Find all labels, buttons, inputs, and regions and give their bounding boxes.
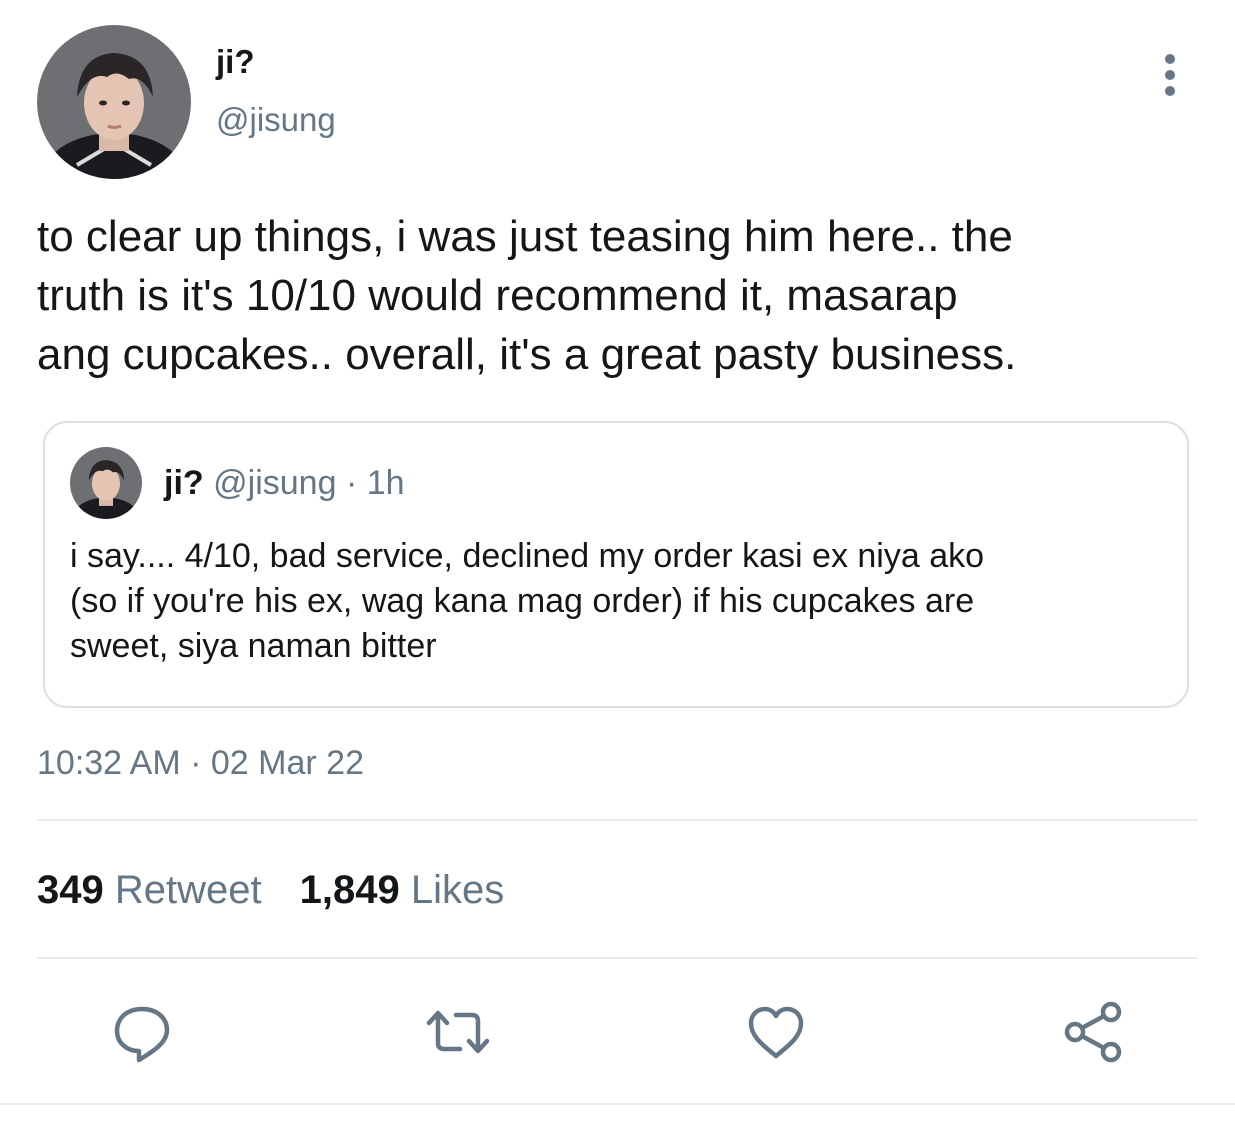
quoted-author-handle: @jisung [213, 464, 337, 502]
retweets-stat[interactable]: 349 Retweet [37, 868, 262, 912]
likes-stat[interactable]: 1,849 Likes [300, 868, 505, 912]
retweet-button[interactable] [426, 1000, 490, 1064]
like-button[interactable] [744, 1000, 808, 1064]
retweets-count: 349 [37, 868, 104, 912]
author-handle[interactable]: @jisung [216, 100, 336, 140]
more-options-button[interactable] [1152, 52, 1188, 98]
quoted-time-ago: 1h [366, 464, 405, 502]
more-vertical-icon [1165, 54, 1175, 96]
timestamp-separator: · [190, 744, 202, 782]
share-button[interactable] [1061, 1000, 1125, 1064]
quoted-author-display-name: ji? [164, 464, 204, 502]
divider [37, 819, 1198, 821]
author-display-name[interactable]: ji? [216, 42, 255, 82]
quoted-tweet-text: i say.... 4/10, bad service, declined my… [70, 537, 985, 665]
retweet-icon [426, 1010, 490, 1054]
likes-label: Likes [410, 868, 505, 912]
share-icon [1064, 1001, 1122, 1063]
timestamp-time: 10:32 AM [37, 744, 181, 782]
tweet-timestamp[interactable]: 10:32 AM · 02 Mar 22 [37, 742, 364, 784]
tweet-text: to clear up things, i was just teasing h… [37, 212, 1017, 379]
author-avatar[interactable] [37, 25, 191, 179]
quoted-author-avatar [70, 447, 142, 519]
retweets-label: Retweet [114, 868, 262, 912]
quoted-tweet-header: ji? @jisung · 1h [164, 463, 405, 503]
quoted-separator: · [345, 464, 358, 502]
reply-icon [114, 1006, 170, 1063]
tweet-stats: 349 Retweet 1,849 Likes [37, 866, 504, 914]
likes-count: 1,849 [299, 868, 400, 912]
quoted-tweet-card[interactable]: ji? @jisung · 1h i say.... 4/10, bad ser… [43, 421, 1189, 708]
timestamp-date: 02 Mar 22 [210, 744, 364, 782]
bottom-divider [0, 1103, 1235, 1105]
like-icon [748, 1006, 804, 1059]
reply-button[interactable] [110, 1000, 174, 1064]
divider [37, 957, 1198, 959]
